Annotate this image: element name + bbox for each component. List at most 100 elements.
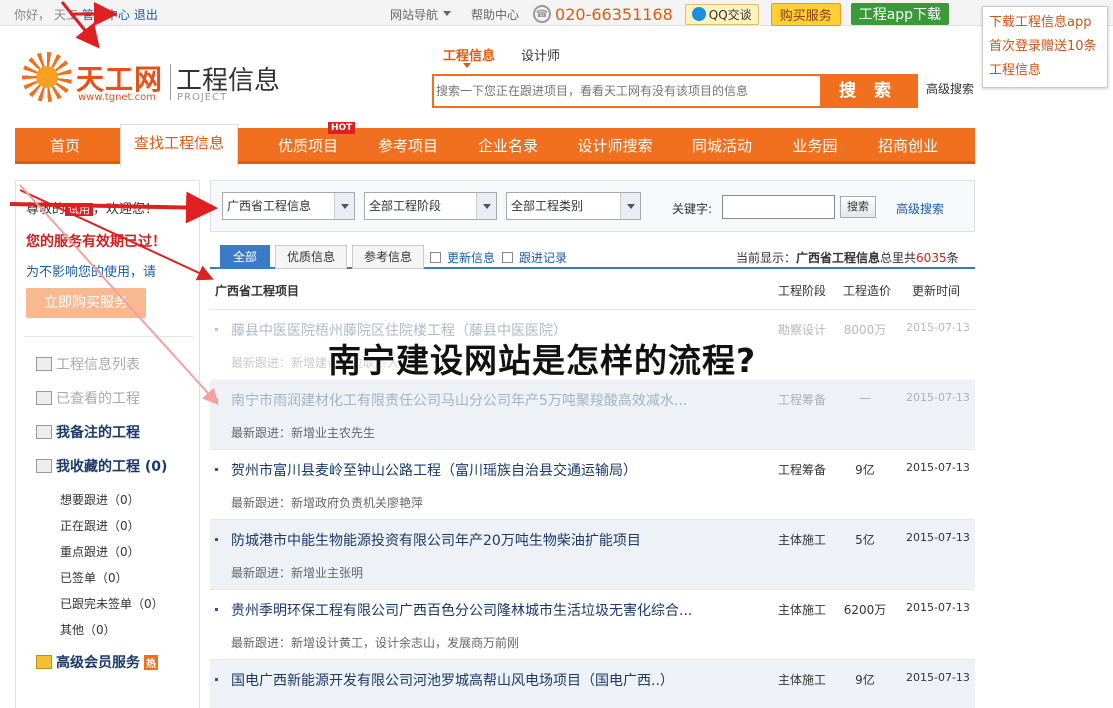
app-download-button[interactable]: 工程app下载 [850, 3, 950, 25]
hot-badge: 热 [144, 654, 158, 670]
latest-follow: 最新跟进：新增业主张明 [231, 566, 364, 580]
welcome-post: ，欢迎您！ [93, 202, 159, 217]
advanced-search-link[interactable]: 高级搜索 [926, 80, 974, 97]
sub-item-other[interactable]: 其他（0） [60, 621, 116, 638]
search-button[interactable]: 搜 索 [820, 76, 916, 106]
col-header-project: 广西省工程项目 [215, 284, 300, 298]
project-title-link[interactable]: 防城港市中能生物能源投资有限公司年产20万吨生物柴油扩能项目 [231, 530, 641, 550]
stage-select[interactable]: 全部工程阶段 [364, 192, 497, 220]
nav-designer-search[interactable]: 设计师搜索 [565, 128, 665, 164]
top-bar: 你好， 天工 管理中心 退出 网站导航 帮助中心 ☎ 020-66351168 QQ交… [0, 0, 1113, 26]
nav-company-directory[interactable]: 企业名录 [458, 128, 558, 164]
nav-find-projects[interactable]: 查找工程信息 [120, 124, 238, 167]
current-mid: 总里共 [880, 251, 917, 265]
current-post: 条 [946, 251, 959, 265]
project-stage: 工程筹备 [778, 463, 827, 477]
sidebar-item-label: 我备注的工程 [56, 425, 140, 441]
project-stage: 工程筹备 [778, 393, 827, 407]
keyword-search-button[interactable]: 搜索 [840, 196, 876, 218]
sub-item-signed[interactable]: 已签单（0） [60, 569, 128, 586]
nav-home[interactable]: 首页 [15, 128, 115, 164]
search-tab-projects[interactable]: 工程信息 [443, 45, 495, 68]
current-display-info: 当前显示：广西省工程信息总里共6035条 [736, 249, 959, 266]
project-title-link[interactable]: 国电广西新能源开发有限公司河池罗城高帮山风电场项目（国电广西..） [231, 670, 674, 690]
renew-prompt: 为不影响您的使用，请 [26, 265, 157, 280]
sidebar-item-favorites[interactable]: 我收藏的工程 (0) [36, 456, 167, 476]
project-title-link[interactable]: 南宁市雨润建材化工有限责任公司马山分公司年产5万吨聚羧酸高效减水... [231, 390, 687, 410]
stage-value: 全部工程阶段 [369, 199, 442, 213]
tab-quality[interactable]: 优质信息 [275, 245, 347, 269]
sidebar-item-label: 工程信息列表 [56, 357, 140, 373]
project-stage: 主体施工 [778, 603, 827, 617]
result-count: 6035 [916, 251, 947, 265]
qq-chat-label: QQ交谈 [708, 7, 752, 22]
filter-advanced-search-link[interactable]: 高级搜索 [896, 200, 944, 217]
latest-follow: 最新跟进：新增设计黄工，设计余志山，发展商万前刚 [231, 636, 520, 650]
nav-business-park[interactable]: 业务园 [765, 128, 865, 164]
nav-local-events[interactable]: 同城活动 [672, 128, 772, 164]
table-row[interactable]: 贺州市富川县麦岭至钟山公路工程（富川瑶族自治县交通运输局） 最新跟进：新增政府负… [210, 450, 975, 520]
logout-link[interactable]: 退出 [134, 8, 158, 22]
site-logo[interactable]: 天工网 www.tgnet.com 工程信息 PROJECT [22, 52, 292, 112]
popup-line: 首次登录赠送10条 [989, 39, 1097, 54]
chevron-down-icon [334, 193, 354, 219]
sidebar-item-label: 已查看的工程 [56, 391, 140, 407]
col-header-stage: 工程阶段 [778, 284, 827, 298]
tab-all[interactable]: 全部 [220, 245, 270, 269]
top-bar-actions: 网站导航 帮助中心 ☎ 020-66351168 QQ交谈 购买服务 工程app下… [390, 2, 950, 26]
buy-service-button[interactable]: 购买服务 [770, 2, 841, 26]
sidebar-item-viewed[interactable]: 已查看的工程 [36, 388, 140, 408]
sub-item-key-follow[interactable]: 重点跟进（0） [60, 543, 140, 560]
project-title-link[interactable]: 贵州季明环保工程有限公司广西百色分公司隆林城市生活垃圾无害化综合... [231, 600, 692, 620]
table-row[interactable]: 南宁市雨润建材化工有限责任公司马山分公司年产5万吨聚羧酸高效减水... 最新跟进… [210, 380, 975, 450]
popup-line: 工程信息 [989, 63, 1042, 78]
brand-url: www.tgnet.com [78, 92, 157, 103]
follow-records-checkbox[interactable]: 跟进记录 [502, 249, 567, 266]
checkbox-box [502, 252, 513, 263]
project-price: 9亿 [855, 463, 875, 477]
sidebar-item-project-list[interactable]: 工程信息列表 [36, 354, 140, 374]
welcome-pre: 尊敬的 [26, 202, 66, 217]
phone-number: 020-66351168 [555, 4, 673, 24]
sidebar-item-vip[interactable]: 高级会员服务热 [36, 652, 158, 672]
updates-checkbox[interactable]: 更新信息 [430, 249, 495, 266]
help-center-link[interactable]: 帮助中心 [471, 6, 519, 23]
sub-item-want-follow[interactable]: 想要跟进（0） [60, 491, 140, 508]
province-select[interactable]: 广西省工程信息 [222, 192, 355, 220]
table-row[interactable]: 国电广西新能源开发有限公司河池罗城高帮山风电场项目（国电广西..） 主体施工 9… [210, 660, 975, 708]
bullet [215, 328, 218, 331]
edit-icon [36, 425, 52, 439]
vip-icon [36, 655, 52, 669]
project-title-link[interactable]: 贺州市富川县麦岭至钟山公路工程（富川瑶族自治县交通运输局） [231, 460, 637, 480]
nav-investment[interactable]: 招商创业 [858, 128, 958, 164]
table-row[interactable]: 防城港市中能生物能源投资有限公司年产20万吨生物柴油扩能项目 最新跟进：新增业主… [210, 520, 975, 590]
sidebar-item-noted[interactable]: 我备注的工程 [36, 422, 140, 442]
sub-item-done-unsigned[interactable]: 已跟完未签单（0） [60, 595, 164, 612]
qq-chat-button[interactable]: QQ交谈 [684, 3, 759, 25]
app-download-popup[interactable]: 下载工程信息app 首次登录赠送10条 工程信息 [982, 6, 1108, 88]
trial-badge: 试用 [65, 203, 94, 216]
category-select[interactable]: 全部工程类别 [506, 192, 641, 220]
update-date: 2015-07-13 [906, 671, 970, 684]
search-tab-designers[interactable]: 设计师 [521, 45, 560, 64]
favorite-icon [36, 459, 52, 473]
site-nav-dropdown[interactable]: 网站导航 [390, 6, 451, 23]
viewed-icon [36, 391, 52, 405]
search-tabs: 工程信息 设计师 [443, 45, 586, 68]
tab-reference[interactable]: 参考信息 [352, 245, 424, 269]
buy-now-button[interactable]: 立即购买服务 [26, 288, 146, 318]
table-row[interactable]: 贵州季明环保工程有限公司广西百色分公司隆林城市生活垃圾无害化综合... 最新跟进… [210, 590, 975, 660]
keyword-input[interactable] [722, 195, 835, 219]
checkbox-box [430, 252, 441, 263]
nav-reference-projects[interactable]: 参考项目 [358, 128, 458, 164]
project-price: 5亿 [855, 533, 875, 547]
welcome-text: 尊敬的 试用 ，欢迎您！ [26, 198, 158, 217]
search-input[interactable] [436, 80, 816, 102]
service-expired-notice: 您的服务有效期已过！ [26, 234, 166, 250]
sidebar-item-label: 高级会员服务 [56, 655, 140, 671]
sidebar-divider [24, 336, 194, 337]
search-box: 搜 索 [432, 74, 918, 108]
sub-item-following[interactable]: 正在跟进（0） [60, 517, 140, 534]
admin-center-link[interactable]: 管理中心 [82, 8, 130, 22]
bullet [215, 398, 218, 401]
